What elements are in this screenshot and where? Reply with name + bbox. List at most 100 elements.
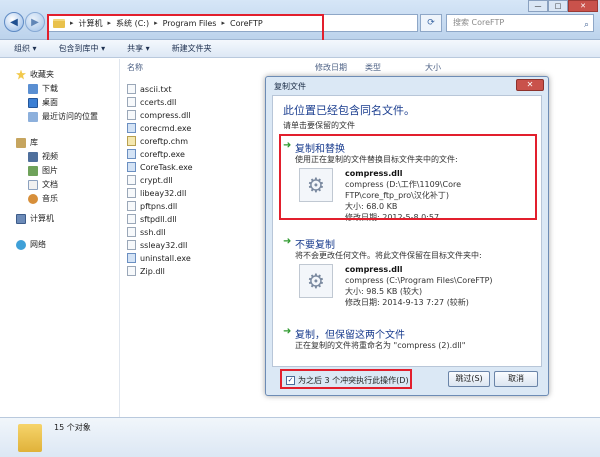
dialog-title: 复制文件 — [274, 82, 306, 91]
file-name: CoreTask.exe — [140, 162, 193, 172]
file-item[interactable]: coreftp.chm — [127, 136, 188, 146]
maximize-icon[interactable]: □ — [548, 0, 568, 12]
file-name: coreftp.exe — [140, 149, 185, 159]
option-description: 正在复制的文件将重命名为 "compress (2).dll" — [295, 341, 466, 350]
column-header-date[interactable]: 修改日期 — [315, 62, 347, 73]
dll-file-icon — [127, 240, 136, 250]
nav-network[interactable]: 网络 — [16, 239, 46, 250]
nav-computer[interactable]: 计算机 — [16, 213, 54, 224]
file-item[interactable]: ccerts.dll — [127, 97, 176, 107]
address-bar[interactable]: ▸ 计算机 ▸ 系统 (C:) ▸ Program Files ▸ CoreFT… — [48, 14, 418, 32]
nav-label: 网络 — [30, 240, 46, 249]
file-date: 修改日期: 2012-5-8 0:57 — [345, 213, 440, 222]
nav-documents[interactable]: 文档 — [28, 179, 58, 190]
file-name: Zip.dll — [140, 266, 165, 276]
file-meta: compress.dll compress (D:\工作\1109\Core F… — [345, 168, 537, 223]
help-file-icon — [127, 136, 136, 146]
file-size: 大小: 98.5 KB (较大) — [345, 287, 423, 296]
column-header-name[interactable]: 名称 — [127, 62, 143, 73]
file-item[interactable]: corecmd.exe — [127, 123, 191, 133]
apply-to-all-checkbox[interactable]: ✓ 为之后 3 个冲突执行此操作(D) — [286, 375, 409, 386]
nav-label: 下载 — [42, 84, 58, 93]
star-icon — [16, 69, 26, 80]
file-item[interactable]: sftpdll.dll — [127, 214, 177, 224]
breadcrumb-coreftp[interactable]: CoreFTP — [230, 19, 263, 28]
command-toolbar: 组织 ▾ 包含到库中 ▾ 共享 ▾ 新建文件夹 — [0, 40, 600, 58]
back-button[interactable]: ◀ — [4, 12, 24, 32]
nav-videos[interactable]: 视频 — [28, 151, 58, 162]
dll-file-icon — [127, 188, 136, 198]
chevron-right-icon: ▸ — [107, 19, 112, 27]
file-item[interactable]: ascii.txt — [127, 84, 171, 94]
dll-file-icon — [127, 227, 136, 237]
option-title: 不要复制 — [295, 240, 335, 251]
share-menu[interactable]: 共享 ▾ — [127, 43, 150, 54]
recent-places-icon — [28, 111, 38, 122]
file-item[interactable]: ssleay32.dll — [127, 240, 187, 250]
dialog-heading: 此位置已经包含同名文件。 — [283, 104, 415, 117]
breadcrumb-computer[interactable]: 计算机 — [79, 18, 103, 29]
file-name: ccerts.dll — [140, 97, 177, 107]
nav-libraries[interactable]: 库 — [16, 137, 38, 148]
forward-button[interactable]: ▶ — [25, 12, 45, 32]
dialog-close-button[interactable]: ✕ — [516, 79, 544, 91]
nav-label: 音乐 — [42, 194, 58, 203]
breadcrumb-program-files[interactable]: Program Files — [163, 19, 217, 28]
file-item[interactable]: coreftp.exe — [127, 149, 185, 159]
refresh-button[interactable]: ⟳ — [420, 14, 442, 32]
search-input[interactable]: 搜索 CoreFTP ⌕ — [446, 14, 594, 32]
file-name: sftpdll.dll — [140, 214, 177, 224]
exe-file-icon — [127, 149, 136, 159]
file-item[interactable]: pftpns.dll — [127, 201, 177, 211]
nav-label: 文档 — [42, 180, 58, 189]
dll-file-icon — [127, 110, 136, 120]
chevron-right-icon: ▸ — [154, 19, 158, 27]
breadcrumb-drive[interactable]: 系统 (C:) — [116, 18, 149, 29]
exe-file-icon — [127, 253, 136, 263]
option-title: 复制，但保留这两个文件 — [295, 330, 405, 341]
minimize-icon[interactable]: — — [528, 0, 548, 12]
dll-file-icon — [127, 175, 136, 185]
window-controls: — □ ✕ — [528, 0, 598, 12]
close-icon[interactable]: ✕ — [568, 0, 598, 12]
checkbox-label: 为之后 3 个冲突执行此操作(D) — [298, 376, 409, 385]
file-item[interactable]: compress.dll — [127, 110, 191, 120]
file-item[interactable]: CoreTask.exe — [127, 162, 193, 172]
green-arrow-icon: ➜ — [283, 140, 292, 151]
file-item[interactable]: uninstall.exe — [127, 253, 191, 263]
nav-pictures[interactable]: 图片 — [28, 165, 58, 176]
file-name: libeay32.dll — [140, 188, 187, 198]
nav-recent[interactable]: 最近访问的位置 — [28, 111, 98, 122]
download-icon — [28, 83, 38, 94]
nav-label: 视频 — [42, 152, 58, 161]
organize-menu[interactable]: 组织 ▾ — [14, 43, 37, 54]
nav-favorites[interactable]: 收藏夹 — [16, 69, 54, 80]
search-placeholder: 搜索 CoreFTP — [453, 18, 505, 27]
folder-icon — [53, 18, 65, 28]
nav-desktop[interactable]: 桌面 — [28, 97, 58, 108]
destination-file-info: ⚙ compress.dll compress (C:\Program File… — [299, 256, 539, 308]
include-in-library-menu[interactable]: 包含到库中 ▾ — [59, 43, 106, 54]
nav-label: 图片 — [42, 166, 58, 175]
column-header-type[interactable]: 类型 — [365, 62, 381, 73]
nav-downloads[interactable]: 下载 — [28, 83, 58, 94]
new-folder-button[interactable]: 新建文件夹 — [172, 43, 212, 54]
chevron-right-icon: ▸ — [221, 19, 225, 27]
search-icon: ⌕ — [583, 20, 589, 30]
dialog-footer: ✓ 为之后 3 个冲突执行此操作(D) 跳过(S) 取消 — [272, 369, 542, 391]
nav-music[interactable]: 音乐 — [28, 193, 58, 204]
text-file-icon — [127, 84, 136, 94]
picture-icon — [28, 165, 38, 176]
column-header-size[interactable]: 大小 — [425, 62, 441, 73]
file-meta: compress.dll compress (C:\Program Files\… — [345, 264, 537, 308]
skip-button[interactable]: 跳过(S) — [448, 371, 490, 387]
file-item[interactable]: crypt.dll — [127, 175, 173, 185]
file-path: compress (C:\Program Files\CoreFTP) — [345, 276, 493, 285]
dialog-body: 此位置已经包含同名文件。 请单击要保留的文件 ➜ 复制和替换 使用正在复制的文件… — [272, 95, 542, 367]
file-item[interactable]: libeay32.dll — [127, 188, 186, 198]
cancel-button[interactable]: 取消 — [494, 371, 538, 387]
file-item[interactable]: Zip.dll — [127, 266, 165, 276]
checkbox-checked-icon[interactable]: ✓ — [286, 376, 295, 385]
status-bar: 15 个对象 — [0, 417, 600, 457]
file-item[interactable]: ssh.dll — [127, 227, 165, 237]
